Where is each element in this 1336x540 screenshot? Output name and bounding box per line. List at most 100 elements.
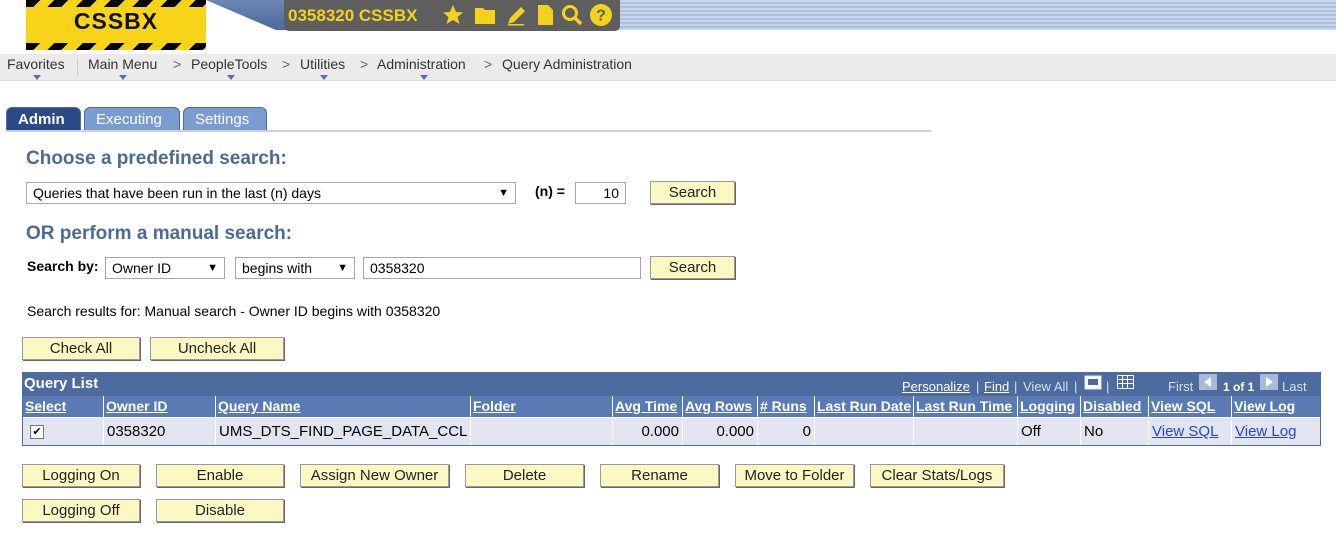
dropdown-arrow-icon: ▼ — [207, 262, 218, 274]
check-all-button[interactable]: Check All — [22, 337, 140, 360]
enable-button[interactable]: Enable — [156, 464, 284, 487]
search-operator-value: begins with — [242, 260, 313, 276]
logging-on-button[interactable]: Logging On — [22, 464, 140, 487]
select-checkbox[interactable]: ✔ — [30, 425, 44, 440]
folder-icon[interactable] — [473, 3, 497, 27]
breadcrumb-label: PeopleTools — [191, 56, 268, 72]
breadcrumb-label: Main Menu — [88, 56, 158, 72]
search-value-input[interactable]: 0358320 — [363, 257, 641, 279]
view-all-link[interactable]: View All — [1023, 379, 1068, 394]
breadcrumb-main-menu[interactable]: Main Menu — [88, 56, 158, 80]
last-run-date-cell — [815, 418, 914, 445]
download-excel-icon[interactable] — [1117, 375, 1134, 389]
document-icon[interactable] — [533, 3, 557, 27]
search-icon[interactable] — [560, 3, 584, 27]
search-field-value: Owner ID — [112, 260, 172, 276]
search-operator-select[interactable]: begins with ▼ — [235, 257, 355, 279]
n-label: (n) = — [535, 183, 565, 199]
col-avg-rows[interactable]: Avg Rows — [683, 396, 758, 417]
col-view-log[interactable]: View Log — [1232, 396, 1320, 417]
col-last-run-date[interactable]: Last Run Date — [815, 396, 914, 417]
tab-settings[interactable]: Settings — [183, 107, 267, 131]
search-results-summary: Search results for: Manual search - Owne… — [27, 303, 441, 319]
breadcrumb-separator: > — [173, 56, 182, 72]
col-disabled[interactable]: Disabled — [1081, 396, 1149, 417]
col-runs[interactable]: # Runs — [758, 396, 815, 417]
n-days-input[interactable]: 10 — [575, 182, 626, 204]
breadcrumb-utilities[interactable]: Utilities — [300, 56, 346, 80]
view-log-link[interactable]: View Log — [1235, 423, 1296, 440]
find-link[interactable]: Find — [984, 379, 1009, 394]
tab-admin[interactable]: Admin — [6, 107, 81, 131]
next-arrow-icon[interactable] — [1260, 374, 1278, 390]
col-owner-id[interactable]: Owner ID — [104, 396, 216, 417]
folder-cell — [471, 418, 613, 445]
logo: CSSBX — [26, 0, 206, 50]
query-name-cell: UMS_DTS_FIND_PAGE_DATA_CCL — [216, 418, 471, 445]
owner-id-cell: 0358320 — [104, 418, 216, 445]
predefined-search-select[interactable]: Queries that have been run in the last (… — [26, 182, 516, 204]
uncheck-all-button[interactable]: Uncheck All — [150, 337, 284, 360]
dropdown-arrow-icon — [420, 75, 428, 80]
col-view-sql[interactable]: View SQL — [1149, 396, 1232, 417]
logging-cell: Off — [1018, 418, 1081, 445]
tab-executing[interactable]: Executing — [84, 107, 180, 131]
breadcrumb-peopletools[interactable]: PeopleTools — [191, 56, 268, 80]
breadcrumb-separator: > — [282, 56, 291, 72]
previous-arrow-icon[interactable] — [1199, 374, 1217, 390]
first-link[interactable]: First — [1168, 379, 1193, 394]
dropdown-arrow-icon — [320, 75, 328, 80]
move-to-folder-button[interactable]: Move to Folder — [735, 464, 854, 487]
breadcrumb-label: Query Administration — [502, 56, 632, 72]
logo-top-stripe — [26, 0, 206, 7]
view-sql-link[interactable]: View SQL — [1152, 423, 1218, 440]
nav-divider: | — [1106, 379, 1110, 394]
runs-cell: 0 — [758, 418, 815, 445]
search-by-label: Search by: — [27, 258, 99, 274]
personalize-link[interactable]: Personalize — [902, 379, 970, 394]
breadcrumb-administration[interactable]: Administration — [377, 56, 466, 80]
zoom-grid-icon[interactable] — [1084, 375, 1102, 390]
delete-button[interactable]: Delete — [465, 464, 584, 487]
col-logging[interactable]: Logging — [1018, 396, 1081, 417]
pencil-icon[interactable] — [505, 3, 529, 27]
breadcrumb-label: Administration — [377, 56, 466, 72]
assign-new-owner-button[interactable]: Assign New Owner — [300, 464, 449, 487]
dropdown-arrow-icon — [33, 75, 41, 80]
col-query-name[interactable]: Query Name — [216, 396, 471, 417]
breadcrumb: Favorites Main Menu > PeopleTools > Util… — [0, 54, 1336, 81]
breadcrumb-favorites[interactable]: Favorites — [7, 56, 65, 80]
col-last-run-time[interactable]: Last Run Time — [914, 396, 1018, 417]
disabled-cell: No — [1081, 418, 1149, 445]
last-link[interactable]: Last — [1282, 379, 1307, 394]
star-icon[interactable] — [441, 3, 465, 27]
help-icon[interactable]: ? — [589, 3, 613, 27]
environment-label: 0358320 CSSBX — [288, 6, 418, 25]
clear-stats-logs-button[interactable]: Clear Stats/Logs — [870, 464, 1004, 487]
breadcrumb-separator: > — [484, 56, 493, 72]
logging-off-button[interactable]: Logging Off — [22, 499, 140, 522]
col-select[interactable]: Select — [23, 396, 104, 417]
last-run-time-cell — [914, 418, 1018, 445]
predefined-search-value: Queries that have been run in the last (… — [33, 185, 321, 201]
logo-bottom-stripe — [26, 43, 206, 50]
breadcrumb-label: Utilities — [300, 56, 346, 72]
breadcrumb-label: Favorites — [7, 56, 65, 72]
dropdown-arrow-icon: ▼ — [337, 262, 348, 274]
svg-text:?: ? — [596, 8, 606, 25]
col-avg-time[interactable]: Avg Time — [613, 396, 683, 417]
table-row: ✔ — [23, 418, 104, 445]
breadcrumb-separator: > — [360, 56, 369, 72]
col-folder[interactable]: Folder — [471, 396, 613, 417]
predefined-search-button[interactable]: Search — [650, 181, 735, 204]
disable-button[interactable]: Disable — [156, 499, 284, 522]
logo-text: CSSBX — [73, 8, 159, 34]
nav-divider: | — [1014, 379, 1018, 394]
search-field-select[interactable]: Owner ID ▼ — [105, 257, 225, 279]
rename-button[interactable]: Rename — [600, 464, 719, 487]
predefined-search-heading: Choose a predefined search: — [26, 148, 287, 169]
row-range: 1 of 1 — [1223, 380, 1255, 394]
manual-search-button[interactable]: Search — [650, 256, 735, 279]
breadcrumb-query-administration: Query Administration — [502, 56, 632, 72]
environment-bar-stripes — [616, 0, 1336, 30]
